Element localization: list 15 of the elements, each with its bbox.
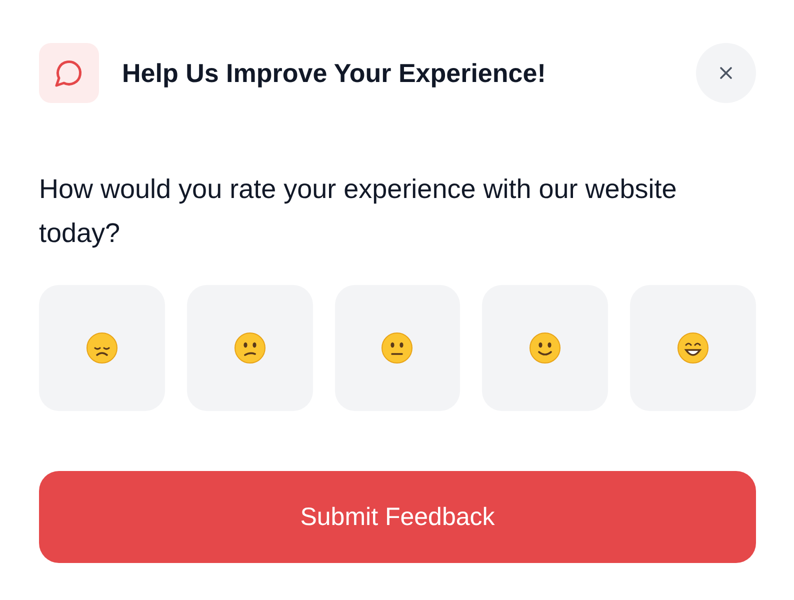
confused-face-icon <box>234 332 266 364</box>
rating-option[interactable] <box>186 285 313 411</box>
sad-face-icon <box>86 332 118 364</box>
dialog-title: Help Us Improve Your Experience! <box>122 58 547 88</box>
close-icon <box>718 65 734 81</box>
rating-option[interactable] <box>630 285 756 411</box>
neutral-face-icon <box>381 332 414 364</box>
rating-option[interactable] <box>334 285 460 411</box>
rating-option[interactable] <box>39 285 165 411</box>
rating-option[interactable] <box>482 285 608 411</box>
smiling-face-icon <box>529 332 562 364</box>
submit-button[interactable]: Submit Feedback <box>39 471 756 563</box>
chat-bubble-icon <box>39 43 99 103</box>
question-text: How would you rate your experience with our website today? <box>39 173 678 250</box>
grinning-face-icon <box>677 332 710 364</box>
